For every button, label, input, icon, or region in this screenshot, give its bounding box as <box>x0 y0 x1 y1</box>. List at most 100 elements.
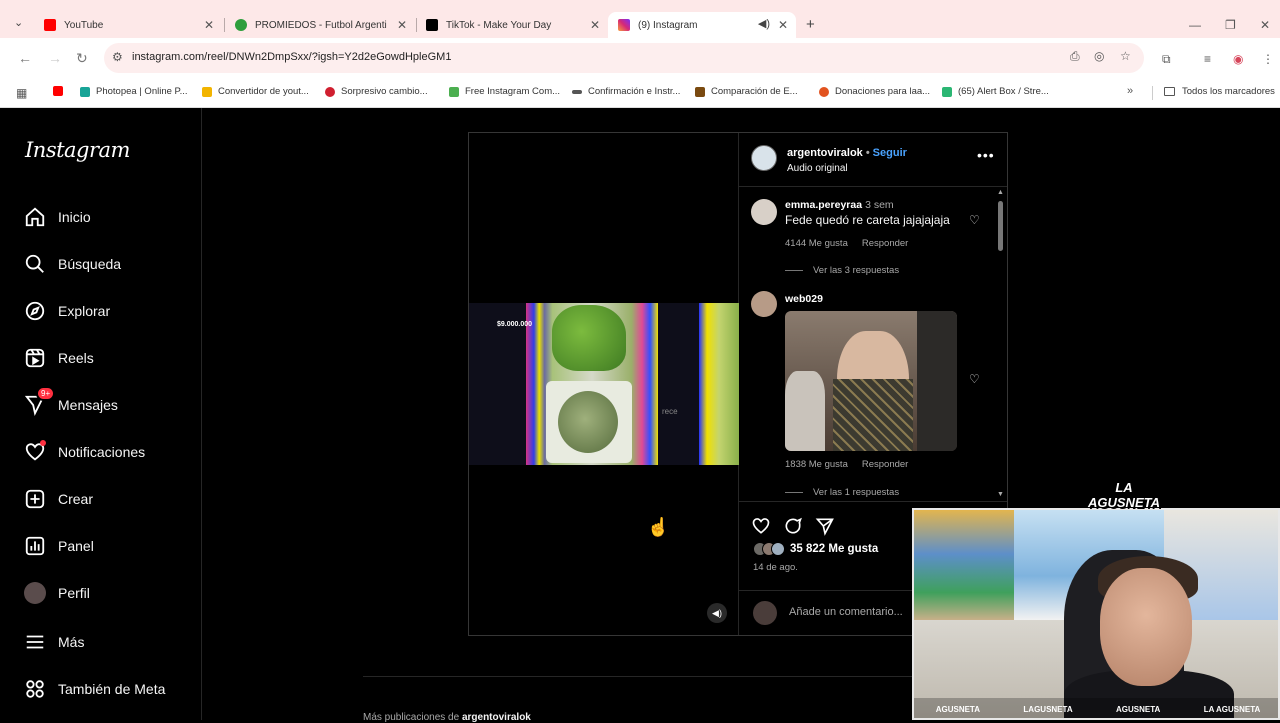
comment-likes[interactable]: 4144 Me gusta <box>785 238 848 249</box>
close-icon[interactable]: ✕ <box>397 18 407 32</box>
comment-likes[interactable]: 1838 Me gusta <box>785 459 848 470</box>
close-icon[interactable]: ✕ <box>590 18 600 32</box>
tab-instagram[interactable]: (9) Instagram ◀) ✕ <box>608 12 796 38</box>
bookmark-alert-box[interactable]: (65) Alert Box / Stre... <box>942 86 1049 97</box>
tab-promiedos[interactable]: PROMIEDOS - Futbol Argentino ✕ <box>225 12 415 38</box>
author-username[interactable]: argentoviralok <box>787 147 863 159</box>
meta-icon <box>26 680 44 698</box>
tab-tiktok[interactable]: TikTok - Make Your Day ✕ <box>416 12 608 38</box>
close-icon[interactable]: ✕ <box>778 18 788 32</box>
like-summary[interactable]: 35 822 Me gusta <box>753 542 878 556</box>
close-window-button[interactable]: ✕ <box>1260 18 1270 32</box>
instagram-logo[interactable]: Instagram <box>25 138 130 162</box>
soccer-ball-icon <box>235 19 247 31</box>
speaker-icon[interactable]: ◀) <box>758 17 770 30</box>
reply-button[interactable]: Responder <box>862 238 908 249</box>
audio-label[interactable]: Audio original <box>787 163 848 174</box>
comment-input[interactable]: Añade un comentario... <box>789 606 903 618</box>
commenter-username[interactable]: emma.pereyraa <box>785 199 862 211</box>
media-control-icon[interactable]: ≡ <box>1204 52 1211 66</box>
install-icon[interactable]: ⎙ <box>1070 49 1080 64</box>
reel-video[interactable]: $9.000.000 rece ☝ ◀) <box>469 133 739 635</box>
tab-title: TikTok - Make Your Day <box>446 19 552 31</box>
all-bookmarks-folder[interactable]: Todos los marcadores <box>1164 86 1275 97</box>
sidebar-item-panel[interactable]: Panel <box>24 533 94 559</box>
bookmark-confirmacion[interactable]: Confirmación e Instr... <box>572 86 680 97</box>
comment-bubble-icon[interactable] <box>783 516 803 536</box>
back-button[interactable]: ← <box>18 50 32 66</box>
like-heart-icon[interactable] <box>751 516 771 536</box>
liker-avatar <box>771 542 785 556</box>
instagram-icon <box>618 19 630 31</box>
tab-strip: ⌄ YouTube ✕ PROMIEDOS - Futbol Argentino… <box>0 8 1280 38</box>
restore-button[interactable]: ❐ <box>1225 18 1236 32</box>
sidebar-item-mas[interactable]: Más <box>24 629 84 655</box>
social-handles-bar: AGUSNETA LAGUSNETA AGUSNETA LA AGUSNETA <box>914 698 1278 718</box>
close-icon[interactable]: ✕ <box>204 18 214 32</box>
bookmark-star-icon[interactable]: ☆ <box>1120 49 1131 63</box>
follow-button[interactable]: Seguir <box>873 147 907 159</box>
new-tab-button[interactable]: + <box>806 16 815 33</box>
view-replies-button[interactable]: Ver las 1 respuestas <box>785 487 899 498</box>
sidebar-item-inicio[interactable]: Inicio <box>24 204 91 230</box>
view-replies-button[interactable]: Ver las 3 respuestas <box>785 265 899 276</box>
sidebar-item-notificaciones[interactable]: Notificaciones <box>24 439 145 465</box>
sidebar-item-busqueda[interactable]: Búsqueda <box>24 251 121 277</box>
browser-chrome: ⌄ YouTube ✕ PROMIEDOS - Futbol Argentino… <box>0 0 1280 108</box>
scroll-down-icon[interactable]: ▼ <box>997 491 1004 498</box>
sidebar-item-perfil[interactable]: Perfil <box>24 580 90 606</box>
apps-grid-icon[interactable]: ▦ <box>16 86 27 100</box>
notification-dot <box>40 440 46 446</box>
forward-button[interactable]: → <box>48 50 62 66</box>
omnibox[interactable]: ⚙ instagram.com/reel/DNWn2DmpSxx/?igsh=Y… <box>104 43 1144 73</box>
bookmark-sorpresivo[interactable]: Sorpresivo cambio... <box>325 86 428 97</box>
commenter-avatar[interactable] <box>751 199 777 225</box>
site-info-icon[interactable]: ⚙ <box>112 50 123 64</box>
bookmark-donaciones[interactable]: Donaciones para laa... <box>819 86 930 97</box>
artichoke-image <box>546 381 632 463</box>
scroll-up-icon[interactable]: ▲ <box>997 189 1004 196</box>
unread-badge: 9+ <box>36 386 56 401</box>
bookmark-free-instagram[interactable]: Free Instagram Com... <box>449 86 560 97</box>
post-date[interactable]: 14 de ago. <box>753 562 798 573</box>
eye-off-icon[interactable]: ◎ <box>1094 49 1104 63</box>
tab-search-icon[interactable]: ⌄ <box>14 16 23 29</box>
like-comment-icon[interactable]: ♡ <box>969 213 980 227</box>
bookmark-photopea[interactable]: Photopea | Online P... <box>80 86 188 97</box>
commenter-avatar[interactable] <box>751 291 777 317</box>
tab-youtube[interactable]: YouTube ✕ <box>34 12 222 38</box>
reload-button[interactable]: ↻ <box>76 50 88 67</box>
share-icon[interactable] <box>815 516 835 536</box>
video-frame[interactable]: $9.000.000 rece <box>469 303 739 465</box>
sidebar-item-explorar[interactable]: Explorar <box>24 298 110 324</box>
more-bookmarks-icon[interactable]: » <box>1127 85 1133 97</box>
comment-time: 3 sem <box>865 199 894 211</box>
minimize-button[interactable]: — <box>1189 18 1201 32</box>
comments-scrollbar[interactable]: ▲ ▼ <box>997 187 1005 501</box>
like-count[interactable]: 35 822 Me gusta <box>790 543 878 555</box>
more-posts-heading: Más publicaciones de argentoviralok <box>363 712 531 723</box>
sidebar-item-reels[interactable]: Reels <box>24 345 94 371</box>
more-options-icon[interactable]: ••• <box>977 147 995 163</box>
like-comment-icon[interactable]: ♡ <box>969 372 980 386</box>
bookmark-youtube[interactable] <box>53 86 69 96</box>
kebab-menu-icon[interactable]: ⋮ <box>1262 52 1274 66</box>
more-posts-username[interactable]: argentoviralok <box>462 712 531 723</box>
profile-icon[interactable]: ◉ <box>1233 52 1243 66</box>
url-text[interactable]: instagram.com/reel/DNWn2DmpSxx/?igsh=Y2d… <box>132 51 451 63</box>
sidebar-item-tambien-de-meta[interactable]: También de Meta <box>24 676 165 702</box>
avatar <box>753 601 777 625</box>
bookmark-comparacion[interactable]: Comparación de E... <box>695 86 798 97</box>
sidebar-item-crear[interactable]: Crear <box>24 486 93 512</box>
commenter-username[interactable]: web029 <box>785 293 823 305</box>
reply-button[interactable]: Responder <box>862 459 908 470</box>
video-panel <box>699 303 739 465</box>
extensions-icon[interactable]: ⧉ <box>1162 52 1171 67</box>
volume-icon[interactable]: ◀) <box>707 603 727 623</box>
bookmark-convertidor[interactable]: Convertidor de yout... <box>202 86 309 97</box>
sidebar-item-mensajes[interactable]: 9+ Mensajes <box>24 386 118 418</box>
reels-icon <box>25 348 45 368</box>
author-avatar[interactable] <box>751 145 777 171</box>
scroll-thumb[interactable] <box>998 201 1003 251</box>
comments-list[interactable]: emma.pereyraa 3 sem Fede quedó re careta … <box>739 187 1007 501</box>
